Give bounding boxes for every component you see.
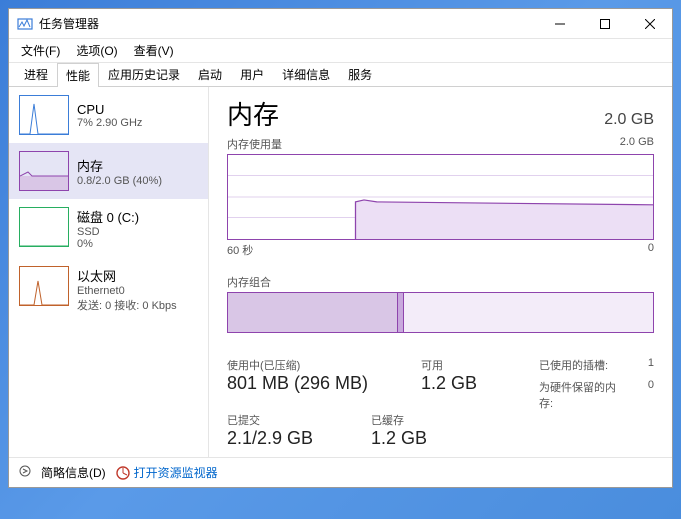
sidebar-item-disk[interactable]: 磁盘 0 (C:) SSD 0%	[9, 199, 208, 258]
composition-label: 内存组合	[227, 274, 654, 290]
memory-thumb	[19, 151, 69, 191]
slots-label: 已使用的插槽:	[539, 357, 608, 373]
usage-label: 内存使用量	[227, 136, 282, 152]
ethernet-label: 以太网	[77, 266, 198, 285]
stat-committed-value: 2.1/2.9 GB	[227, 428, 347, 449]
axis-left: 60 秒	[227, 242, 253, 258]
content: CPU 7% 2.90 GHz 内存 0.8/2.0 GB (40%) 磁盘	[9, 87, 672, 457]
hwreserved-value: 0	[648, 379, 654, 411]
tab-performance[interactable]: 性能	[57, 63, 99, 87]
tab-services[interactable]: 服务	[339, 62, 381, 86]
comp-standby	[404, 293, 653, 332]
menu-view[interactable]: 查看(V)	[128, 40, 180, 61]
sidebar-item-cpu[interactable]: CPU 7% 2.90 GHz	[9, 87, 208, 143]
memory-usage-chart[interactable]	[227, 154, 654, 240]
resource-monitor-icon	[116, 466, 130, 480]
memory-label: 内存	[77, 156, 198, 175]
ethernet-detail1: Ethernet0	[77, 285, 198, 297]
disk-detail2: 0%	[77, 238, 198, 250]
expand-icon[interactable]	[19, 465, 31, 480]
tab-startup[interactable]: 启动	[189, 62, 231, 86]
disk-detail1: SSD	[77, 226, 198, 238]
task-manager-window: 任务管理器 文件(F) 选项(O) 查看(V) 进程 性能 应用历史记录 启动 …	[8, 8, 673, 488]
page-title: 内存	[227, 95, 279, 132]
tabs: 进程 性能 应用历史记录 启动 用户 详细信息 服务	[9, 63, 672, 87]
memory-detail: 0.8/2.0 GB (40%)	[77, 175, 198, 187]
stat-inuse-value: 801 MB (296 MB)	[227, 373, 397, 394]
main-panel: 内存 2.0 GB 内存使用量 2.0 GB 60 秒 0 内存	[209, 87, 672, 457]
disk-label: 磁盘 0 (C:)	[77, 207, 198, 226]
minimize-button[interactable]	[537, 9, 582, 38]
titlebar: 任务管理器	[9, 9, 672, 39]
maximize-button[interactable]	[582, 9, 627, 38]
tab-users[interactable]: 用户	[231, 62, 273, 86]
comp-inuse	[228, 293, 398, 332]
stat-available-value: 1.2 GB	[421, 373, 521, 394]
menubar: 文件(F) 选项(O) 查看(V)	[9, 39, 672, 63]
tab-processes[interactable]: 进程	[15, 62, 57, 86]
sidebar-item-ethernet[interactable]: 以太网 Ethernet0 发送: 0 接收: 0 Kbps	[9, 258, 208, 321]
app-icon	[17, 16, 33, 32]
stats: 使用中(已压缩) 801 MB (296 MB) 可用 1.2 GB 已提交 2…	[227, 357, 654, 449]
menu-file[interactable]: 文件(F)	[15, 40, 66, 61]
slots-value: 1	[648, 357, 654, 373]
ethernet-detail2: 发送: 0 接收: 0 Kbps	[77, 297, 198, 313]
stat-cached-value: 1.2 GB	[371, 428, 471, 449]
usage-max: 2.0 GB	[620, 136, 654, 152]
memory-composition-chart[interactable]	[227, 292, 654, 333]
sidebar: CPU 7% 2.90 GHz 内存 0.8/2.0 GB (40%) 磁盘	[9, 87, 209, 457]
footer: 简略信息(D) 打开资源监视器	[9, 457, 672, 487]
close-button[interactable]	[627, 9, 672, 38]
tab-app-history[interactable]: 应用历史记录	[99, 62, 189, 86]
disk-thumb	[19, 207, 69, 247]
stat-cached-label: 已缓存	[371, 412, 471, 428]
hwreserved-label: 为硬件保留的内存:	[539, 379, 628, 411]
menu-options[interactable]: 选项(O)	[70, 40, 123, 61]
stat-inuse-label: 使用中(已压缩)	[227, 357, 397, 373]
sidebar-item-memory[interactable]: 内存 0.8/2.0 GB (40%)	[9, 143, 208, 199]
ethernet-thumb	[19, 266, 69, 306]
tab-details[interactable]: 详细信息	[273, 62, 339, 86]
cpu-label: CPU	[77, 102, 198, 117]
summary-link[interactable]: 简略信息(D)	[41, 464, 106, 481]
stat-committed-label: 已提交	[227, 412, 347, 428]
axis-right: 0	[648, 242, 654, 258]
resource-monitor-link[interactable]: 打开资源监视器	[116, 464, 218, 481]
window-title: 任务管理器	[39, 15, 537, 32]
cpu-thumb	[19, 95, 69, 135]
cpu-detail: 7% 2.90 GHz	[77, 117, 198, 129]
memory-total: 2.0 GB	[604, 111, 654, 129]
stat-available-label: 可用	[421, 357, 521, 373]
